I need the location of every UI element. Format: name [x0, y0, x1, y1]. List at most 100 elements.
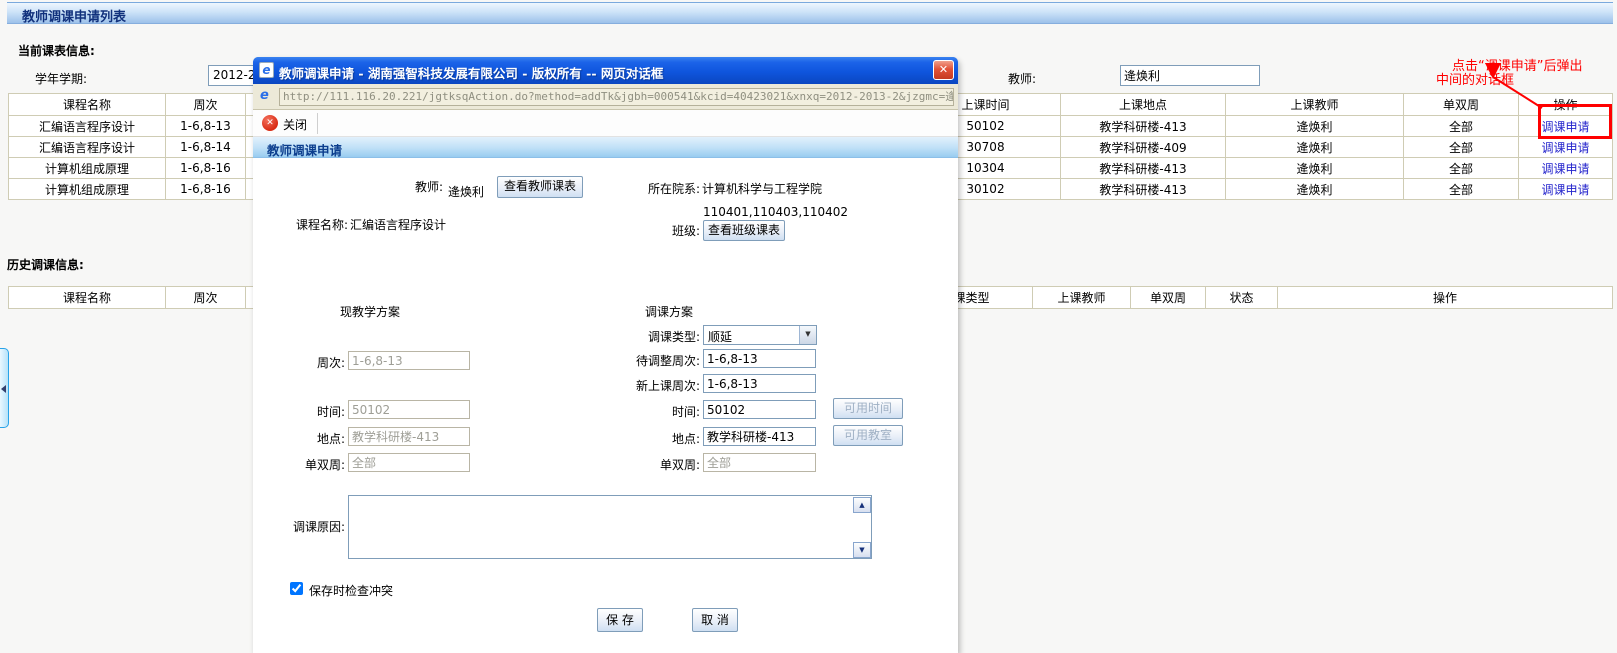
collapse-left-icon [1, 385, 6, 393]
check-conflict-checkbox[interactable] [290, 582, 303, 595]
cell-place: 教学科研楼-413 [1061, 158, 1226, 179]
reschedule-dialog: e 教师调课申请 - 湖南强智科技发展有限公司 - 版权所有 -- 网页对话框 … [253, 57, 958, 653]
col-weeks: 周次 [166, 287, 246, 309]
dialog-titlebar: e 教师调课申请 - 湖南强智科技发展有限公司 - 版权所有 -- 网页对话框 … [253, 57, 958, 84]
available-time-button[interactable]: 可用时间 [833, 398, 903, 419]
available-room-button[interactable]: 可用教室 [833, 425, 903, 446]
cell-weeks: 1-6,8-14 [166, 137, 246, 158]
cell-course: 计算机组成原理 [9, 179, 166, 200]
cell-place: 教学科研楼-409 [1061, 137, 1226, 158]
reschedule-apply-link[interactable]: 调课申请 [1541, 141, 1589, 155]
dialog-url: http://111.116.20.221/jgtksqAction.do?me… [279, 88, 954, 106]
course-value: 汇编语言程序设计 [350, 216, 446, 233]
class-value: 110401,110403,110402 [703, 205, 848, 219]
ie-page-icon: e [259, 62, 274, 78]
cell-place: 教学科研楼-413 [1061, 179, 1226, 200]
current-weeks-input [348, 351, 470, 370]
ie-logo-icon: e [260, 88, 276, 104]
current-plan-title: 现教学方案 [340, 303, 400, 320]
cell-weeks: 1-6,8-13 [166, 116, 246, 137]
new-weeks-label: 新上课周次: [610, 377, 700, 394]
dialog-section-title: 教师调课申请 [267, 140, 342, 159]
cell-teacher: 逄焕利 [1226, 116, 1404, 137]
new-plan-title: 调课方案 [645, 303, 693, 320]
col-place: 上课地点 [1061, 94, 1226, 116]
department-value: 计算机科学与工程学院 [702, 180, 822, 197]
place-label: 地点: [275, 430, 345, 447]
history-section-label: 历史调课信息: [7, 256, 84, 273]
cell-weeks: 1-6,8-16 [166, 179, 246, 200]
col-action: 操作 [1278, 287, 1613, 309]
cell-place: 教学科研楼-413 [1061, 116, 1226, 137]
current-place-input [348, 427, 470, 446]
reschedule-apply-link[interactable]: 调课申请 [1541, 120, 1589, 134]
new-oddeven-label: 单双周: [610, 456, 700, 473]
check-conflict-label: 保存时检查冲突 [309, 582, 393, 599]
col-course: 课程名称 [9, 287, 166, 309]
chevron-down-icon[interactable]: ▼ [799, 326, 816, 344]
reschedule-type-label: 调课类型: [630, 328, 700, 345]
cancel-button[interactable]: 取 消 [692, 608, 738, 632]
cell-teacher: 逄焕利 [1226, 179, 1404, 200]
cell-weeks: 1-6,8-16 [166, 158, 246, 179]
current-schedule-section-label: 当前课表信息: [18, 42, 95, 59]
cell-course: 汇编语言程序设计 [9, 137, 166, 158]
new-place-input[interactable] [703, 427, 816, 446]
scroll-down-icon[interactable]: ▼ [853, 542, 871, 558]
time-label: 时间: [275, 403, 345, 420]
current-oddeven-input [348, 453, 470, 472]
dialog-toolbar: ✕ 关闭 [253, 110, 958, 137]
stop-close-icon[interactable]: ✕ [262, 115, 278, 131]
cell-oddeven: 全部 [1404, 116, 1519, 137]
department-label: 所在院系: [600, 180, 700, 197]
teacher-filter-input[interactable] [1120, 65, 1260, 86]
col-teacher: 上课教师 [1226, 94, 1404, 116]
new-weeks-input[interactable] [703, 374, 816, 393]
reschedule-apply-link[interactable]: 调课申请 [1541, 162, 1589, 176]
reason-textarea[interactable] [348, 495, 872, 559]
view-teacher-schedule-button[interactable]: 查看教师课表 [497, 176, 583, 198]
close-icon[interactable]: ✕ [933, 60, 954, 80]
reschedule-type-select[interactable]: 顺延 ▼ [703, 325, 817, 345]
teacher-label: 教师: [383, 178, 443, 195]
reason-label: 调课原因: [275, 518, 345, 535]
page-header-bar: 教师调课申请列表 [7, 2, 1613, 24]
oddeven-label: 单双周: [275, 456, 345, 473]
annotation-text-line2: 中间的对话框 [1436, 69, 1514, 88]
teacher-value: 逄焕利 [448, 183, 484, 200]
toolbar-separator [317, 113, 318, 134]
new-oddeven-input [703, 453, 816, 472]
new-time-input[interactable] [703, 400, 816, 419]
sidebar-collapse-handle[interactable] [0, 348, 9, 428]
dialog-section-bar: 教师调课申请 [253, 137, 958, 158]
col-weeks: 周次 [166, 94, 246, 116]
page-title: 教师调课申请列表 [22, 6, 126, 25]
col-teacher: 上课教师 [1033, 287, 1131, 309]
cell-teacher: 逄焕利 [1226, 158, 1404, 179]
adjust-weeks-input[interactable] [703, 349, 816, 368]
new-place-label: 地点: [610, 430, 700, 447]
cell-course: 计算机组成原理 [9, 158, 166, 179]
dialog-address-bar: e http://111.116.20.221/jgtksqAction.do?… [253, 84, 958, 110]
save-button[interactable]: 保 存 [597, 608, 643, 632]
new-time-label: 时间: [610, 403, 700, 420]
term-label: 学年学期: [35, 70, 87, 87]
col-status: 状态 [1206, 287, 1278, 309]
teacher-reschedule-page: 教师调课申请列表 当前课表信息: 学年学期: 2012-2013-2 ▼ 教师:… [0, 0, 1617, 653]
view-class-schedule-button[interactable]: 查看班级课表 [703, 220, 785, 241]
cell-oddeven: 全部 [1404, 179, 1519, 200]
dialog-body: 教师: 逄焕利 查看教师课表 所在院系: 计算机科学与工程学院 课程名称: 汇编… [253, 158, 958, 653]
course-label: 课程名称: [273, 216, 348, 233]
col-oddeven: 单双周 [1404, 94, 1519, 116]
close-button[interactable]: 关闭 [283, 116, 307, 133]
cell-course: 汇编语言程序设计 [9, 116, 166, 137]
reschedule-type-value: 顺延 [708, 328, 732, 345]
class-label: 班级: [640, 222, 700, 239]
teacher-filter-label: 教师: [1008, 70, 1036, 87]
reschedule-apply-link[interactable]: 调课申请 [1541, 183, 1589, 197]
adjust-weeks-label: 待调整周次: [610, 352, 700, 369]
scroll-up-icon[interactable]: ▲ [853, 497, 871, 513]
col-action: 操作 [1519, 94, 1613, 116]
current-time-input [348, 400, 470, 419]
dialog-title: 教师调课申请 - 湖南强智科技发展有限公司 - 版权所有 -- 网页对话框 [279, 63, 663, 82]
